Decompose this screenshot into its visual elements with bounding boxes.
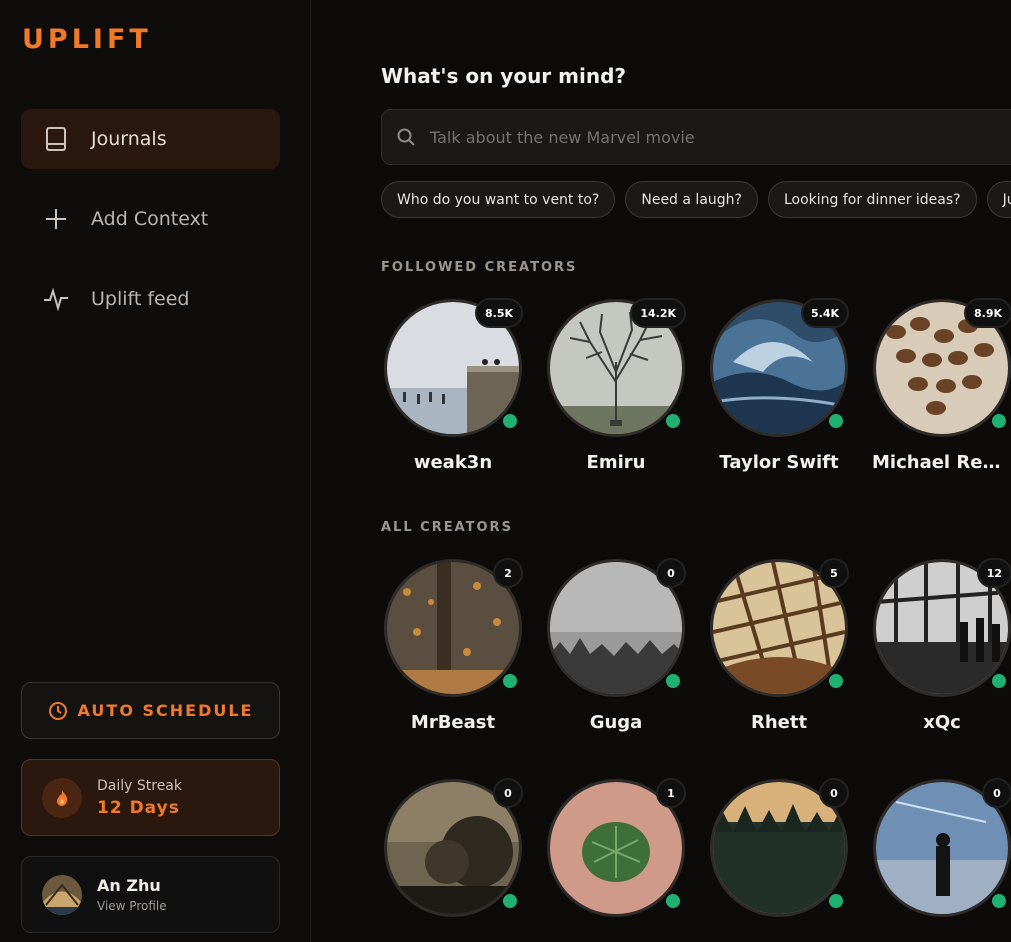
creator-card[interactable]: 12 xQc xyxy=(872,558,1011,733)
creator-name: xQc xyxy=(923,712,961,733)
sidebar-item-label: Add Context xyxy=(91,208,209,230)
page-title: What's on your mind? xyxy=(381,64,626,88)
search-input[interactable] xyxy=(430,127,930,147)
followed-creators-title: FOLLOWED CREATORS xyxy=(381,260,578,275)
creator-name: Emiru xyxy=(586,452,646,473)
creator-card[interactable]: 0 xyxy=(709,778,849,917)
sidebar-item-journals[interactable]: Journals xyxy=(21,109,280,169)
follower-count-badge: 8.5K xyxy=(474,298,523,328)
creator-name: Guga xyxy=(589,712,643,733)
creator-card[interactable]: 14.2K Emiru xyxy=(546,298,686,473)
journal-count-badge: 0 xyxy=(493,778,523,808)
suggestion-chip[interactable]: Ju xyxy=(986,181,1011,218)
sidebar-item-label: Uplift feed xyxy=(91,288,190,310)
suggestion-chip[interactable]: Need a laugh? xyxy=(625,181,758,218)
online-indicator xyxy=(501,412,519,430)
follower-count-badge: 5.4K xyxy=(800,298,849,328)
online-indicator xyxy=(990,412,1008,430)
creator-card[interactable]: 8.5K weak3n xyxy=(383,298,523,473)
flame-icon xyxy=(42,777,82,818)
suggestion-chips: Who do you want to vent to? Need a laugh… xyxy=(381,181,1011,218)
app-logo: UPLIFT xyxy=(22,24,152,55)
journal-count-badge: 5 xyxy=(819,558,849,588)
view-profile-link[interactable]: View Profile xyxy=(97,899,167,913)
all-creators-title: ALL CREATORS xyxy=(381,520,513,535)
online-indicator xyxy=(827,672,845,690)
online-indicator xyxy=(990,672,1008,690)
journal-count-badge: 0 xyxy=(819,778,849,808)
creator-card[interactable]: 5.4K Taylor Swift xyxy=(709,298,849,473)
avatar xyxy=(42,874,82,915)
sidebar-item-uplift-feed[interactable]: Uplift feed xyxy=(21,269,280,329)
online-indicator xyxy=(827,892,845,910)
suggestion-chip[interactable]: Looking for dinner ideas? xyxy=(767,181,977,218)
auto-schedule-label: AUTO SCHEDULE xyxy=(77,701,254,720)
streak-label: Daily Streak xyxy=(97,777,182,794)
plus-icon xyxy=(41,204,71,234)
creator-card[interactable]: 0 xyxy=(383,778,523,917)
journal-count-badge: 0 xyxy=(656,558,686,588)
activity-icon xyxy=(41,284,71,314)
online-indicator xyxy=(664,892,682,910)
daily-streak-card: Daily Streak 12 Days xyxy=(21,759,280,836)
search-bar[interactable] xyxy=(381,109,1011,165)
journal-count-badge: 12 xyxy=(976,558,1011,588)
book-icon xyxy=(41,124,71,154)
creator-name: Taylor Swift xyxy=(719,452,839,473)
creator-name: MrBeast xyxy=(410,712,496,733)
follower-count-badge: 8.9K xyxy=(963,298,1011,328)
creator-card[interactable]: 8.9K Michael Reev... xyxy=(872,298,1011,473)
online-indicator xyxy=(501,672,519,690)
search-icon xyxy=(397,128,415,146)
online-indicator xyxy=(664,672,682,690)
journal-count-badge: 0 xyxy=(982,778,1011,808)
profile-card[interactable]: An Zhu View Profile xyxy=(21,856,280,933)
creator-card[interactable]: 1 xyxy=(546,778,686,917)
follower-count-badge: 14.2K xyxy=(630,298,686,328)
creator-name: Rhett xyxy=(750,712,808,733)
online-indicator xyxy=(664,412,682,430)
suggestion-chip[interactable]: Who do you want to vent to? xyxy=(381,181,616,218)
creator-card[interactable]: 0 Guga xyxy=(546,558,686,733)
profile-name: An Zhu xyxy=(97,876,161,895)
sidebar-item-add-context[interactable]: Add Context xyxy=(21,189,280,249)
creator-card[interactable]: 2 MrBeast xyxy=(383,558,523,733)
journal-count-badge: 2 xyxy=(493,558,523,588)
streak-value: 12 Days xyxy=(97,797,180,818)
auto-schedule-button[interactable]: AUTO SCHEDULE xyxy=(21,682,280,739)
online-indicator xyxy=(990,892,1008,910)
creator-card[interactable]: 0 xyxy=(872,778,1011,917)
online-indicator xyxy=(827,412,845,430)
online-indicator xyxy=(501,892,519,910)
main-content: What's on your mind? Who do you want to … xyxy=(311,0,1011,942)
sidebar: UPLIFT Journals Add Context Uplift feed … xyxy=(0,0,311,942)
creator-name: weak3n xyxy=(413,452,493,473)
clock-icon xyxy=(48,701,67,720)
creator-name: Michael Reev... xyxy=(872,452,1011,473)
sidebar-item-label: Journals xyxy=(91,128,167,150)
creator-card[interactable]: 5 Rhett xyxy=(709,558,849,733)
journal-count-badge: 1 xyxy=(656,778,686,808)
